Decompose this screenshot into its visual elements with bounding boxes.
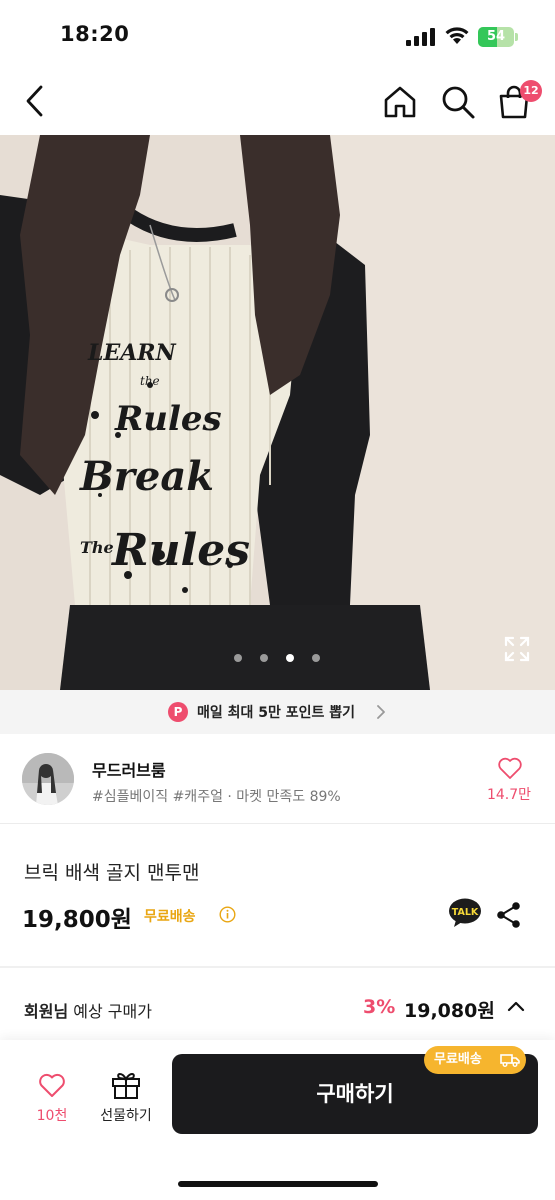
battery-percent-label: 54 [486,29,506,44]
status-bar: 18:20 54 [0,0,555,70]
shirt-text-line-2: the [140,374,160,388]
shirt-text-line-3: Rules [114,399,222,439]
shop-name[interactable]: 무드러브룸 [92,757,166,781]
shop-like-count: 14.7만 [486,787,532,803]
share-icon[interactable] [496,901,522,929]
shop-info[interactable]: 무드러브룸 #심플베이직 #캐주얼 · 마켓 만족도 89% 14.7만 [0,734,555,824]
svg-text:TALK: TALK [452,907,479,918]
chevron-up-icon[interactable] [506,999,526,1013]
like-count: 10천 [36,1108,68,1124]
chevron-right-icon [377,705,385,719]
cellular-signal-icon [406,28,435,46]
member-price-row[interactable]: 회원님 예상 구매가 3% 19,080원 [0,968,555,1040]
wifi-icon [445,27,469,44]
heart-outline-icon[interactable] [497,756,523,780]
shirt-text-line-4: Break [79,453,214,500]
member-discount-rate: 3% [363,996,396,1018]
points-promo-banner[interactable]: P 매일 최대 5만 포인트 뽑기 [0,690,555,734]
truck-icon [500,1054,520,1067]
promo-text: 매일 최대 5만 포인트 뽑기 [197,705,356,721]
shirt-text-line-6: Rules [110,525,250,576]
points-icon: P [168,702,188,722]
like-button[interactable]: 10천 [22,1072,82,1132]
free-shipping-label: 무료배송 [144,909,196,925]
gallery-dot[interactable] [260,654,268,662]
status-time: 18:20 [60,22,130,46]
info-icon[interactable] [219,906,236,923]
free-shipping-badge: 무료배송 [424,1046,526,1074]
gallery-dot-active[interactable] [286,654,294,662]
home-icon[interactable] [382,84,418,120]
product-image[interactable]: LEARN the Rules Break The Rules [0,135,555,690]
kakao-talk-icon[interactable]: TALK [448,898,482,928]
shop-tags: #심플베이직 #캐주얼 · 마켓 만족도 89% [92,789,341,805]
member-price-label: 회원님 예상 구매가 [24,1002,152,1021]
product-price: 19,800원 [22,907,132,933]
shop-avatar[interactable] [22,753,74,805]
member-estimated-price: 19,080원 [404,1000,495,1022]
gift-icon [112,1073,140,1099]
free-shipping-badge-label: 무료배송 [434,1052,482,1067]
top-navigation [0,70,555,134]
cart-count-badge: 12 [520,80,542,102]
gallery-dot[interactable] [312,654,320,662]
shirt-text-line-1: LEARN [87,340,177,366]
gift-button[interactable]: 선물하기 [88,1070,164,1130]
search-icon[interactable] [440,84,476,120]
shirt-text-line-5: The [80,538,114,557]
heart-outline-icon [39,1073,65,1097]
home-indicator [178,1181,378,1187]
product-info: 브릭 배색 골지 맨투맨 19,800원 무료배송 TALK [0,824,555,966]
bottom-action-bar: 10천 선물하기 구매하기 무료배송 [0,1040,555,1200]
expand-icon[interactable] [504,636,530,662]
product-title: 브릭 배색 골지 맨투맨 [24,862,200,884]
gift-label: 선물하기 [100,1108,152,1124]
gallery-dot[interactable] [234,654,242,662]
battery-indicator: 54 [478,27,518,47]
back-icon[interactable] [20,84,50,118]
